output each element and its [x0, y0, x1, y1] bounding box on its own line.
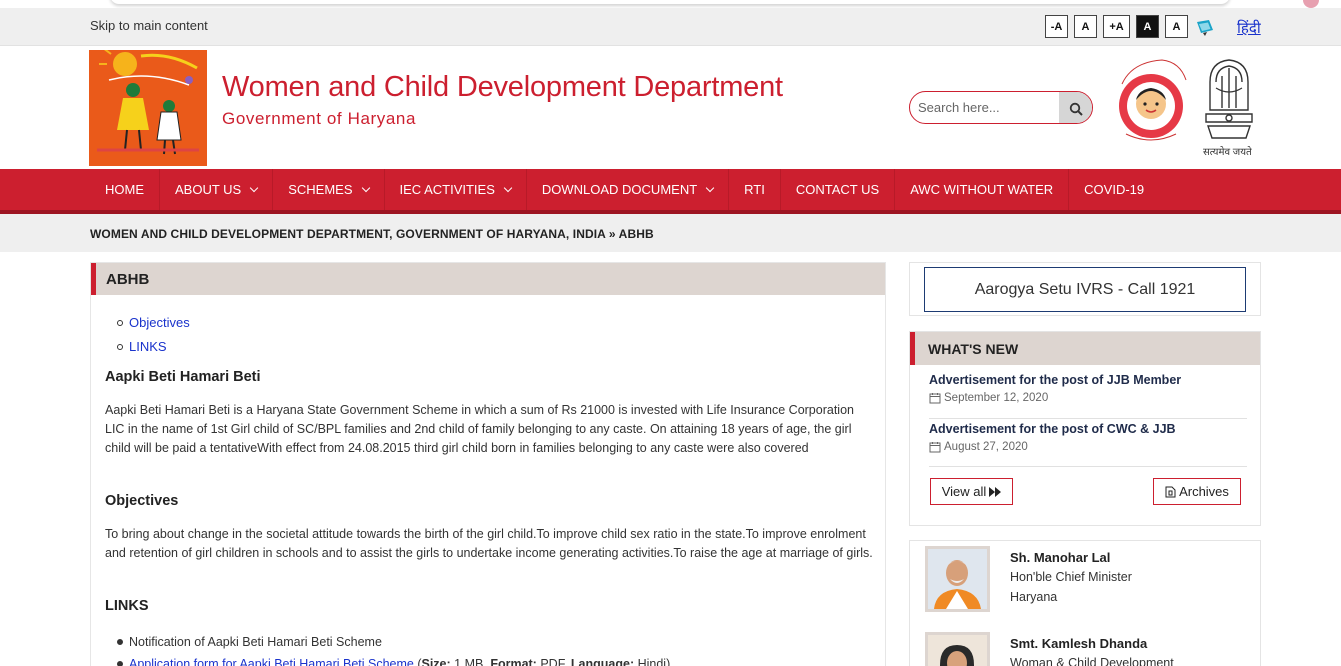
- profile-dot: [1303, 0, 1319, 8]
- official-role: Woman & Child Development: [1010, 656, 1174, 666]
- section-title-abhb: Aapki Beti Hamari Beti: [105, 369, 261, 385]
- news-item[interactable]: Advertisement for the post of JJB Member…: [929, 373, 1247, 404]
- address-bar-edge: [110, 0, 1230, 4]
- chevron-down-icon: [503, 183, 513, 192]
- fast-forward-icon: [989, 486, 1002, 497]
- application-form-link[interactable]: Application form for Aapki Beti Hamari B…: [129, 653, 414, 666]
- search-icon: [1069, 102, 1083, 116]
- accessibility-bar: Skip to main content -A A +A A A हिंदी: [0, 8, 1341, 46]
- official-name: Smt. Kamlesh Dhanda: [1010, 636, 1148, 651]
- news-date: September 12, 2020: [929, 392, 1247, 404]
- section-title-objectives: Objectives: [105, 493, 179, 509]
- breadcrumb-bar: WOMEN AND CHILD DEVELOPMENT DEPARTMENT, …: [0, 214, 1341, 252]
- emblem-motto: सत्यमेव जयते: [1203, 147, 1252, 158]
- language-value: Hindi: [637, 657, 667, 666]
- table-of-contents: Objectives LINKS: [117, 311, 190, 359]
- browser-top-edge: [0, 0, 1341, 8]
- department-logo[interactable]: [89, 50, 207, 166]
- size-value: 1 MB,: [454, 657, 487, 666]
- format-value: PDF,: [540, 657, 568, 666]
- official-state: Haryana: [1010, 590, 1058, 604]
- archive-file-icon: [1165, 486, 1176, 497]
- whats-new-heading: WHAT'S NEW: [910, 332, 1260, 365]
- main-navigation: HOME ABOUT US SCHEMES IEC ACTIVITIES DOW…: [0, 169, 1341, 210]
- font-size-controls: -A A +A A A: [1045, 15, 1216, 38]
- toc-item: Objectives: [117, 311, 190, 335]
- increase-font-button[interactable]: +A: [1103, 15, 1130, 38]
- toc-link-links[interactable]: LINKS: [129, 335, 167, 359]
- avatar: [925, 546, 990, 612]
- news-title[interactable]: Advertisement for the post of JJB Member: [929, 373, 1247, 387]
- links-list: Notification of Aapki Beti Hamari Beti S…: [117, 631, 670, 666]
- official-name: Sh. Manohar Lal: [1010, 550, 1111, 565]
- nav-about-us[interactable]: ABOUT US: [160, 169, 274, 210]
- site-header: Women and Child Development Department G…: [0, 46, 1341, 169]
- divider: [929, 466, 1247, 467]
- nav-rti[interactable]: RTI: [729, 169, 781, 210]
- list-item: Notification of Aapki Beti Hamari Beti S…: [117, 631, 670, 653]
- toc-link-objectives[interactable]: Objectives: [129, 311, 190, 335]
- nav-home[interactable]: HOME: [90, 169, 160, 210]
- nav-iec-activities[interactable]: IEC ACTIVITIES: [385, 169, 527, 210]
- decrease-font-button[interactable]: -A: [1045, 15, 1068, 38]
- site-subtitle: Government of Haryana: [222, 109, 417, 128]
- site-title[interactable]: Women and Child Development Department: [222, 71, 783, 104]
- normal-font-button[interactable]: A: [1074, 15, 1097, 38]
- news-title[interactable]: Advertisement for the post of CWC & JJB: [929, 422, 1247, 436]
- chevron-down-icon: [361, 183, 370, 192]
- aarogya-setu-box: Aarogya Setu IVRS - Call 1921: [909, 262, 1261, 316]
- section-body-abhb: Aapki Beti Hamari Beti is a Haryana Stat…: [105, 403, 854, 455]
- news-item[interactable]: Advertisement for the post of CWC & JJB …: [929, 422, 1247, 453]
- bullet-icon: [117, 639, 123, 645]
- list-item: Application form for Aapki Beti Hamari B…: [117, 653, 670, 666]
- archives-button[interactable]: Archives: [1153, 478, 1241, 505]
- beti-bachao-logo: [1112, 54, 1190, 144]
- chevron-down-icon: [705, 183, 715, 192]
- avatar: [925, 632, 990, 666]
- search-input[interactable]: [910, 92, 1059, 123]
- hindi-language-link[interactable]: हिंदी: [1237, 18, 1261, 38]
- divider: [929, 418, 1247, 419]
- nav-contact-us[interactable]: CONTACT US: [781, 169, 896, 210]
- language-label: Language:: [570, 657, 635, 666]
- search-box: [909, 91, 1093, 124]
- news-date: August 27, 2020: [929, 441, 1247, 453]
- page-title: ABHB: [91, 263, 885, 295]
- section-title-links: LINKS: [105, 598, 149, 614]
- screen-reader-icon[interactable]: [1194, 16, 1216, 38]
- bullet-icon: [117, 661, 123, 666]
- aarogya-setu-banner[interactable]: Aarogya Setu IVRS - Call 1921: [924, 267, 1246, 312]
- main-content: ABHB Objectives LINKS Aapki Beti Hamari …: [90, 262, 886, 666]
- official-role: Hon'ble Chief Minister: [1010, 570, 1132, 584]
- breadcrumb: WOMEN AND CHILD DEVELOPMENT DEPARTMENT, …: [90, 227, 654, 241]
- view-all-button[interactable]: View all: [930, 478, 1013, 505]
- search-button[interactable]: [1059, 92, 1092, 123]
- bullet-icon: [117, 344, 123, 350]
- toc-item: LINKS: [117, 335, 190, 359]
- format-label: Format:: [490, 657, 537, 666]
- nav-awc-without-water[interactable]: AWC WITHOUT WATER: [895, 169, 1070, 210]
- officials-box: Sh. Manohar Lal Hon'ble Chief Minister H…: [909, 540, 1261, 666]
- whats-new-box: WHAT'S NEW Advertisement for the post of…: [909, 331, 1261, 526]
- chevron-down-icon: [249, 183, 259, 192]
- high-contrast-button[interactable]: A: [1136, 15, 1159, 38]
- normal-contrast-button[interactable]: A: [1165, 15, 1188, 38]
- bullet-icon: [117, 320, 123, 326]
- nav-covid-19[interactable]: COVID-19: [1069, 169, 1159, 210]
- calendar-icon: [929, 442, 941, 453]
- nav-download-document[interactable]: DOWNLOAD DOCUMENT: [527, 169, 730, 210]
- calendar-icon: [929, 393, 941, 404]
- notification-text: Notification of Aapki Beti Hamari Beti S…: [129, 635, 382, 649]
- section-body-objectives: To bring about change in the societal at…: [105, 527, 873, 560]
- nav-schemes[interactable]: SCHEMES: [273, 169, 385, 210]
- size-label: Size:: [421, 657, 451, 666]
- skip-to-content-link[interactable]: Skip to main content: [90, 18, 208, 33]
